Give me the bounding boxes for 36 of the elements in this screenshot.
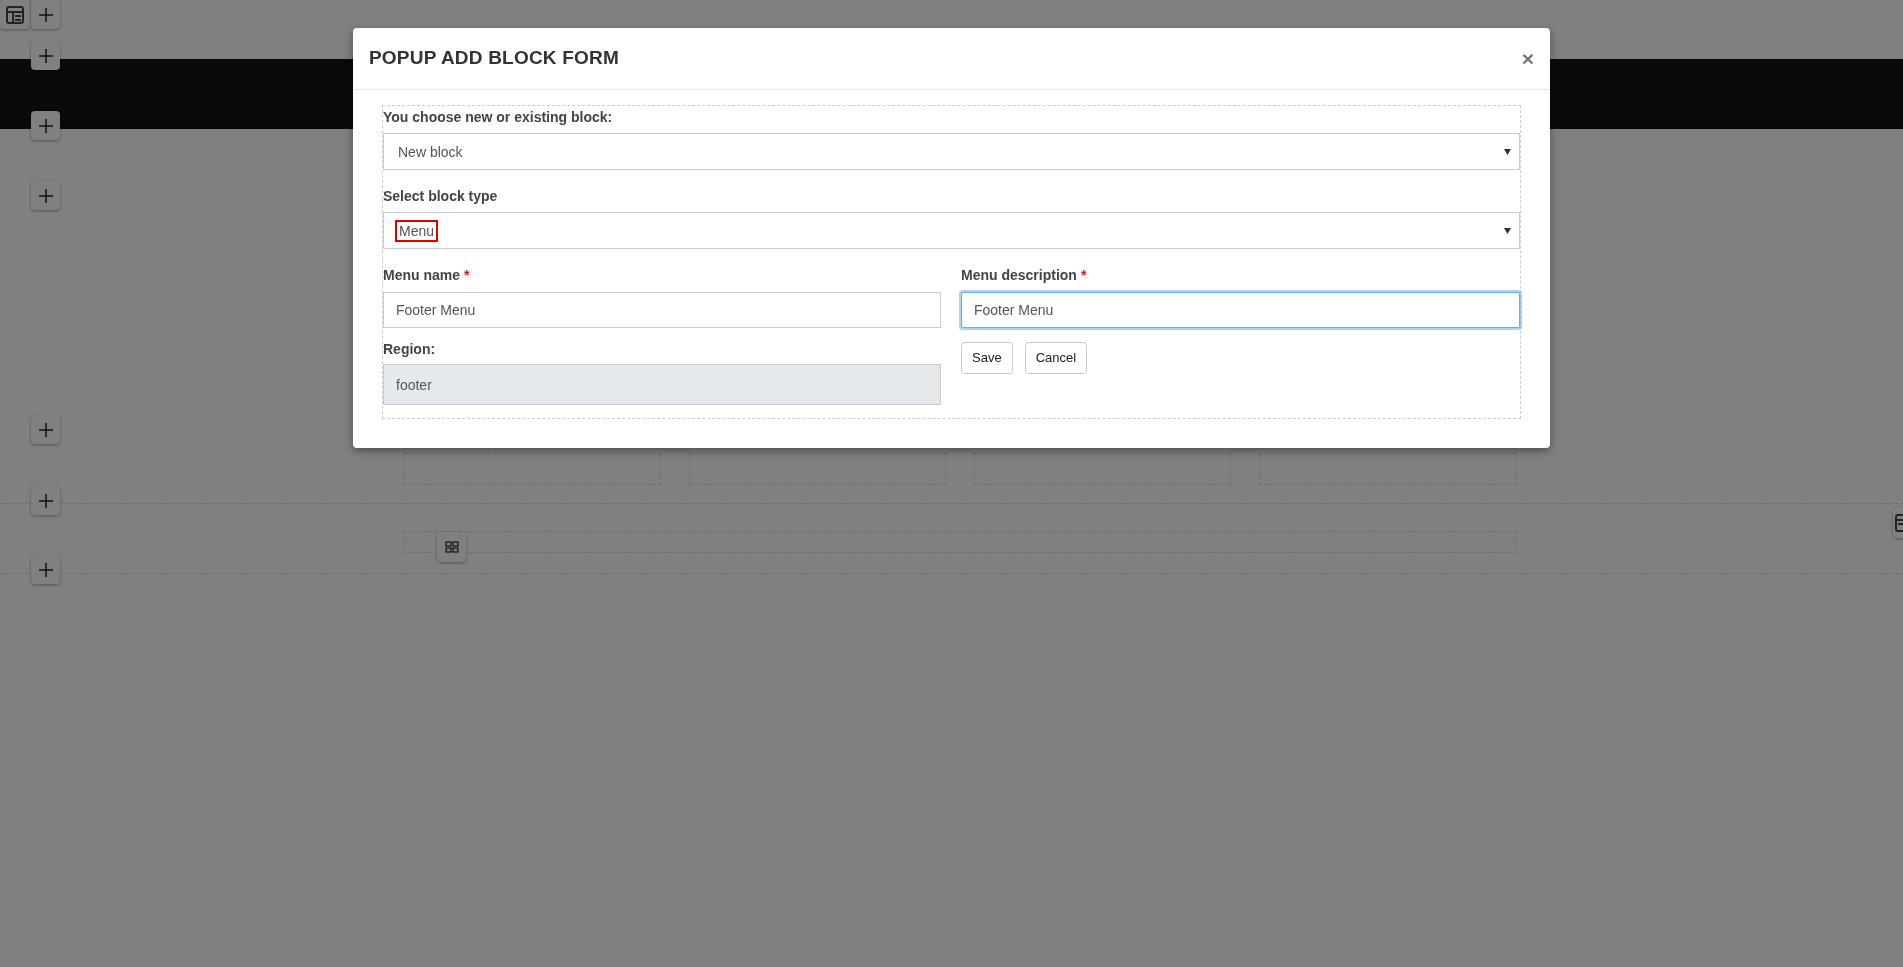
- plus-icon: [38, 118, 53, 133]
- add-button[interactable]: [31, 0, 60, 29]
- layout-icon: [1895, 514, 1903, 532]
- caret-icon: [1504, 227, 1511, 234]
- required-mark: *: [1080, 266, 1087, 285]
- plus-icon: [38, 562, 53, 577]
- text-field[interactable]: Footer Menu: [383, 292, 941, 328]
- field-label: Region:: [383, 340, 436, 359]
- select-field[interactable]: New block: [383, 133, 1520, 170]
- field-label: Menu name: [383, 266, 460, 285]
- form-button[interactable]: Save: [961, 342, 1013, 374]
- select-field[interactable]: Menu: [383, 212, 1520, 249]
- grid-button[interactable]: [437, 532, 466, 562]
- plus-icon: [38, 493, 53, 508]
- caret-icon: [1504, 148, 1511, 155]
- layout-button[interactable]: [0, 0, 30, 29]
- text-field[interactable]: Footer Menu: [961, 292, 1520, 328]
- form-button[interactable]: Cancel: [1024, 342, 1088, 374]
- add-button[interactable]: [31, 111, 60, 140]
- add-button[interactable]: [31, 555, 60, 584]
- plus-icon: [38, 188, 53, 203]
- add-button[interactable]: [31, 181, 60, 210]
- required-mark: *: [464, 266, 470, 285]
- field-label: Select block type: [383, 187, 498, 206]
- plus-icon: [38, 7, 53, 22]
- plus-icon: [38, 48, 53, 63]
- add-button[interactable]: [31, 41, 60, 70]
- add-button[interactable]: [31, 415, 60, 444]
- field-label: You choose new or existing block:: [383, 108, 613, 127]
- add-button[interactable]: [31, 486, 60, 515]
- plus-icon: [38, 422, 53, 437]
- field-label: Menu description: [961, 266, 1077, 285]
- grid-icon: [444, 541, 459, 553]
- layout-icon: [6, 5, 24, 24]
- close-button[interactable]: ×: [1521, 48, 1534, 69]
- modal-title: POPUP ADD BLOCK FORM: [369, 46, 619, 71]
